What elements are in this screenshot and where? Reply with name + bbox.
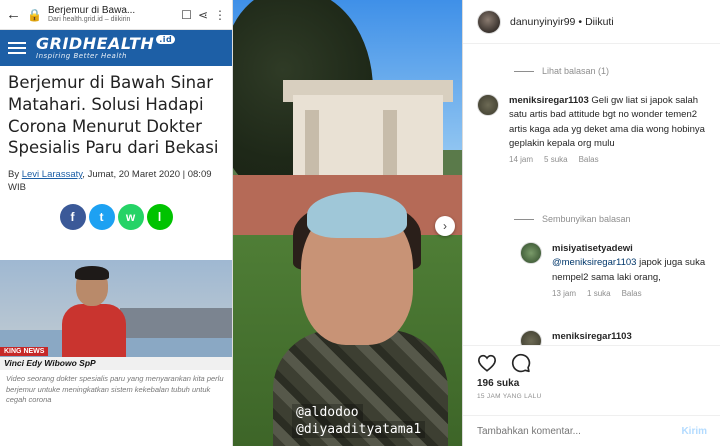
twitter-share-icon[interactable]: t xyxy=(88,203,115,230)
comment-time: 13 jam xyxy=(552,288,577,298)
view-replies-link[interactable]: Lihat balasan (1) xyxy=(514,66,609,76)
share-icon[interactable]: ⋖ xyxy=(198,8,208,22)
comment: meniksiregar1103 Geli gw liat si japok s… xyxy=(477,94,712,164)
comment-username[interactable]: misiyatisetyadewi xyxy=(552,243,633,254)
comment-username[interactable]: meniksiregar1103 xyxy=(552,331,632,342)
reply-button[interactable]: Balas xyxy=(579,155,599,164)
site-logo[interactable]: GRIDHEALTH .id Inspiring Better Health xyxy=(36,35,176,60)
follow-status[interactable]: Diikuti xyxy=(585,16,614,28)
screenshot-root: ← 🔒 Berjemur di Bawa... Dari health.grid… xyxy=(0,0,720,446)
lock-icon: 🔒 xyxy=(27,7,42,22)
article-meta: By Levi Larassaty, Jumat, 20 Maret 2020 … xyxy=(8,169,212,194)
news-tag: KING NEWS xyxy=(0,347,49,356)
comment-likes[interactable]: 1 suka xyxy=(587,289,611,298)
comment-likes[interactable]: 5 suka xyxy=(544,155,568,164)
avatar[interactable] xyxy=(477,9,501,34)
post-time: 15 JAM YANG LALU xyxy=(477,393,542,400)
video-caption: Video seorang dokter spesialis paru yang… xyxy=(6,374,224,404)
more-icon[interactable]: ⋮ xyxy=(214,8,226,22)
story-media: › @aldodoo @diyaadityatama1 xyxy=(233,0,462,446)
url-text: Dari health.grid.id – diikirin xyxy=(47,16,131,24)
avatar[interactable] xyxy=(520,242,542,264)
share-buttons: f t w l xyxy=(0,203,232,230)
comment-icon[interactable] xyxy=(511,353,531,373)
add-comment-bar: Kirim xyxy=(463,415,720,446)
comments-list: Lihat balasan (1) meniksiregar1103 Geli … xyxy=(463,44,720,345)
story-tag[interactable]: @aldodoo xyxy=(292,404,363,421)
article-video[interactable]: KING NEWS Vinci Edy Wibowo SpP xyxy=(0,260,232,370)
menu-icon[interactable] xyxy=(8,42,26,54)
site-header: GRIDHEALTH .id Inspiring Better Health xyxy=(0,30,232,66)
comment-input[interactable] xyxy=(477,425,682,437)
face-mask xyxy=(307,192,407,238)
facebook-share-icon[interactable]: f xyxy=(59,203,86,230)
reply-button[interactable]: Balas xyxy=(622,289,642,298)
author-link[interactable]: Levi Larassaty xyxy=(22,169,83,180)
heart-icon[interactable] xyxy=(477,354,497,372)
story-tag[interactable]: @diyaadityatama1 xyxy=(292,421,426,438)
line-share-icon[interactable]: l xyxy=(146,203,173,230)
back-arrow-icon[interactable]: ← xyxy=(6,6,21,23)
mention-link[interactable]: @meniksiregar1103 xyxy=(552,257,636,268)
article-screenshot: ← 🔒 Berjemur di Bawa... Dari health.grid… xyxy=(0,0,233,446)
name-bar: Vinci Edy Wibowo SpP xyxy=(0,357,232,370)
doctor-figure xyxy=(62,266,126,364)
bookmark-icon[interactable]: ☐ xyxy=(181,8,192,22)
tab-title: Berjemur di Bawa... xyxy=(47,5,136,16)
username[interactable]: danunyinyir99 xyxy=(510,16,575,28)
comment-time: 14 jam xyxy=(509,155,534,164)
comment-username[interactable]: meniksiregar1103 xyxy=(509,95,589,106)
avatar[interactable] xyxy=(477,94,499,116)
reply-comment: meniksiregar1103 xyxy=(520,330,715,345)
avatar[interactable] xyxy=(520,330,542,345)
hide-replies-link[interactable]: Sembunyikan balasan xyxy=(514,214,631,224)
article-title: Berjemur di Bawah Sinar Matahari. Solusi… xyxy=(8,73,219,158)
whatsapp-share-icon[interactable]: w xyxy=(117,203,144,230)
post-header: danunyinyir99 • Diikuti xyxy=(463,0,720,44)
post-actions: 196 suka 15 JAM YANG LALU xyxy=(463,345,720,415)
browser-bar: ← 🔒 Berjemur di Bawa... Dari health.grid… xyxy=(0,0,232,30)
instagram-panel: danunyinyir99 • Diikuti Lihat balasan (1) … xyxy=(462,0,720,446)
next-arrow-icon[interactable]: › xyxy=(435,216,455,236)
post-button[interactable]: Kirim xyxy=(681,426,707,437)
reply-comment: misiyatisetyadewi @meniksiregar1103 japo… xyxy=(520,242,715,298)
likes-count[interactable]: 196 suka xyxy=(477,378,707,389)
